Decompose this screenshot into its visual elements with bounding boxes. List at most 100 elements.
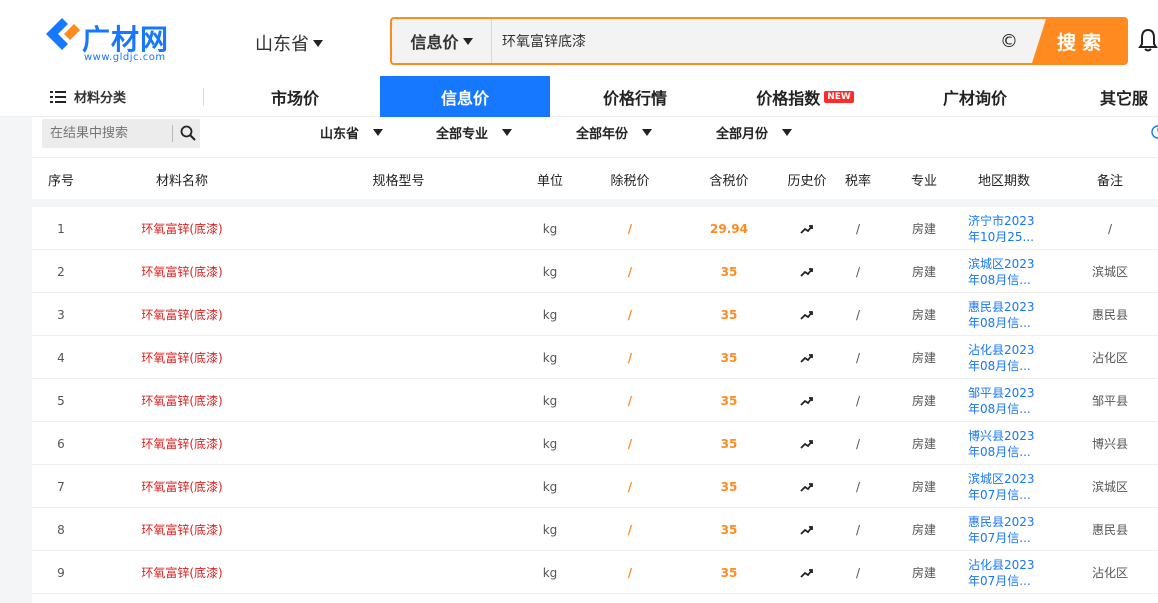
period-line-2: 年10月25... [968, 229, 1034, 244]
tab-price-index[interactable]: 价格指数 NEW [725, 76, 885, 117]
row-tax-rate: / [855, 479, 861, 494]
row-major: 房建 [911, 222, 936, 236]
row-unit: kg [542, 522, 558, 537]
material-name-link[interactable]: 环氧富锌(底漆) [120, 336, 244, 379]
clear-icon[interactable]: © [1000, 31, 1018, 52]
filter-major-dropdown[interactable]: 全部专业 [436, 123, 513, 142]
filter-bar: 山东省 全部专业 全部年份 全部月份 [32, 117, 1158, 157]
search-type-selector[interactable]: 信息价 [392, 19, 492, 63]
tab-other-services[interactable]: 其它服 [1100, 76, 1158, 117]
history-trend-icon[interactable] [777, 336, 837, 379]
history-trend-icon[interactable] [777, 551, 837, 594]
header-major: 专业 [910, 173, 937, 189]
clock-icon[interactable] [1148, 125, 1158, 139]
row-spec [332, 379, 465, 422]
tab-label: 价格行情 [602, 88, 667, 108]
row-note: / [1107, 221, 1113, 236]
row-tax-price: 35 [720, 436, 738, 451]
row-no: 3 [57, 307, 65, 322]
header-history: 历史价 [787, 173, 827, 189]
region-period-link[interactable]: 沾化县2023 年07月信... [968, 551, 1040, 594]
material-category-menu[interactable]: 材料分类 [50, 76, 126, 117]
history-trend-icon[interactable] [777, 422, 837, 465]
region-period-link[interactable]: 滨城区2023 年08月信... [968, 250, 1040, 293]
table-body: 1 环氧富锌(底漆) kg / 29.94 / 房建 济宁市2023 年10月25... / 2 环氧… [32, 207, 1158, 603]
history-trend-icon[interactable] [777, 508, 837, 551]
material-name-link[interactable]: 环氧富锌(底漆) [120, 551, 244, 594]
filter-label: 全部年份 [576, 127, 629, 142]
row-tax-price: 35 [720, 307, 738, 322]
history-trend-icon[interactable] [777, 207, 837, 250]
row-pre-tax: / [627, 393, 633, 408]
result-search-input[interactable] [50, 119, 170, 148]
caret-down-icon [642, 129, 653, 136]
row-pre-tax: / [627, 221, 633, 236]
material-name-link[interactable]: 环氧富锌(底漆) [120, 250, 244, 293]
region-period-link[interactable]: 沾化县2023 年08月信... [968, 336, 1040, 379]
region-period-link[interactable]: 济宁市2023 年10月25... [968, 207, 1040, 250]
bell-icon[interactable] [1138, 28, 1158, 52]
history-trend-icon[interactable] [777, 465, 837, 508]
region-selector[interactable]: 山东省 [255, 30, 323, 56]
filter-year-dropdown[interactable]: 全部年份 [576, 123, 653, 142]
header-note: 备注 [1096, 173, 1123, 189]
caret-down-icon [373, 129, 384, 136]
row-major: 房建 [911, 480, 936, 494]
tab-info-price[interactable]: 信息价 [380, 76, 550, 117]
region-period-link[interactable]: 邹平县2023 年08月信... [968, 379, 1040, 422]
tab-price-trend[interactable]: 价格行情 [565, 76, 705, 117]
material-name-link[interactable]: 环氧富锌(底漆) [120, 293, 244, 336]
row-spec [332, 508, 465, 551]
row-tax-rate: / [855, 264, 861, 279]
history-trend-icon[interactable] [777, 293, 837, 336]
row-pre-tax: / [627, 264, 633, 279]
region-period-link[interactable]: 惠民县2023 年08月信... [968, 293, 1040, 336]
history-trend-icon[interactable] [777, 379, 837, 422]
new-badge: NEW [824, 90, 854, 103]
row-note: 沾化区 [1091, 351, 1128, 365]
row-tax-price: 35 [720, 522, 738, 537]
row-spec [332, 551, 465, 594]
material-name-link[interactable]: 环氧富锌(底漆) [120, 379, 244, 422]
period-line-1: 沾化县2023 [968, 557, 1035, 572]
search-input[interactable] [502, 19, 982, 63]
material-name-link[interactable]: 环氧富锌(底漆) [120, 508, 244, 551]
tab-label: 价格指数 [756, 88, 821, 108]
region-period-link[interactable]: 滨城区2023 年07月信... [968, 465, 1040, 508]
site-logo[interactable]: 广材网 www.gldjc.com [42, 16, 192, 68]
trend-up-icon [800, 482, 813, 492]
filter-month-dropdown[interactable]: 全部月份 [716, 123, 793, 142]
material-category-label: 材料分类 [74, 91, 127, 106]
tab-label: 广材询价 [942, 88, 1007, 108]
row-pre-tax: / [627, 436, 633, 451]
search-box: 信息价 © 搜索 [390, 17, 1128, 65]
row-pre-tax: / [627, 350, 633, 365]
search-icon[interactable] [180, 125, 196, 141]
table-row: 9 环氧富锌(底漆) kg / 35 / 房建 沾化县2023 年07月信... 沾化区 [32, 551, 1158, 594]
header-tax-price: 含税价 [709, 173, 749, 189]
tab-label: 信息价 [440, 88, 489, 108]
period-line-2: 年07月信... [968, 487, 1031, 502]
filter-province-dropdown[interactable]: 山东省 [320, 123, 384, 142]
header-unit: 单位 [536, 173, 563, 189]
period-line-2: 年07月信... [968, 573, 1031, 588]
tab-market-price[interactable]: 市场价 [225, 76, 365, 117]
table-row: 6 环氧富锌(底漆) kg / 35 / 房建 博兴县2023 年08月信... 博兴县 [32, 422, 1158, 465]
region-period-link[interactable]: 博兴县2023 年08月信... [968, 422, 1040, 465]
row-note: 博兴县 [1091, 437, 1128, 451]
material-name-link[interactable]: 环氧富锌(底漆) [120, 422, 244, 465]
search-button[interactable]: 搜索 [1032, 19, 1126, 63]
tab-inquiry[interactable]: 广材询价 [905, 76, 1045, 117]
table-header: 序号 材料名称 规格型号 单位 除税价 含税价 历史价 税率 专业 地区期数 备… [32, 157, 1158, 199]
history-trend-icon[interactable] [777, 250, 837, 293]
caret-down-icon [502, 129, 513, 136]
period-line-2: 年08月信... [968, 444, 1031, 459]
row-spec [332, 207, 465, 250]
material-name-link[interactable]: 环氧富锌(底漆) [120, 465, 244, 508]
row-note: 邹平县 [1091, 394, 1128, 408]
region-period-link[interactable]: 惠民县2023 年07月信... [968, 508, 1040, 551]
menu-icon [50, 90, 66, 103]
row-unit: kg [542, 393, 558, 408]
material-name-link[interactable]: 环氧富锌(底漆) [120, 207, 244, 250]
period-line-1: 滨城区2023 [968, 471, 1035, 486]
